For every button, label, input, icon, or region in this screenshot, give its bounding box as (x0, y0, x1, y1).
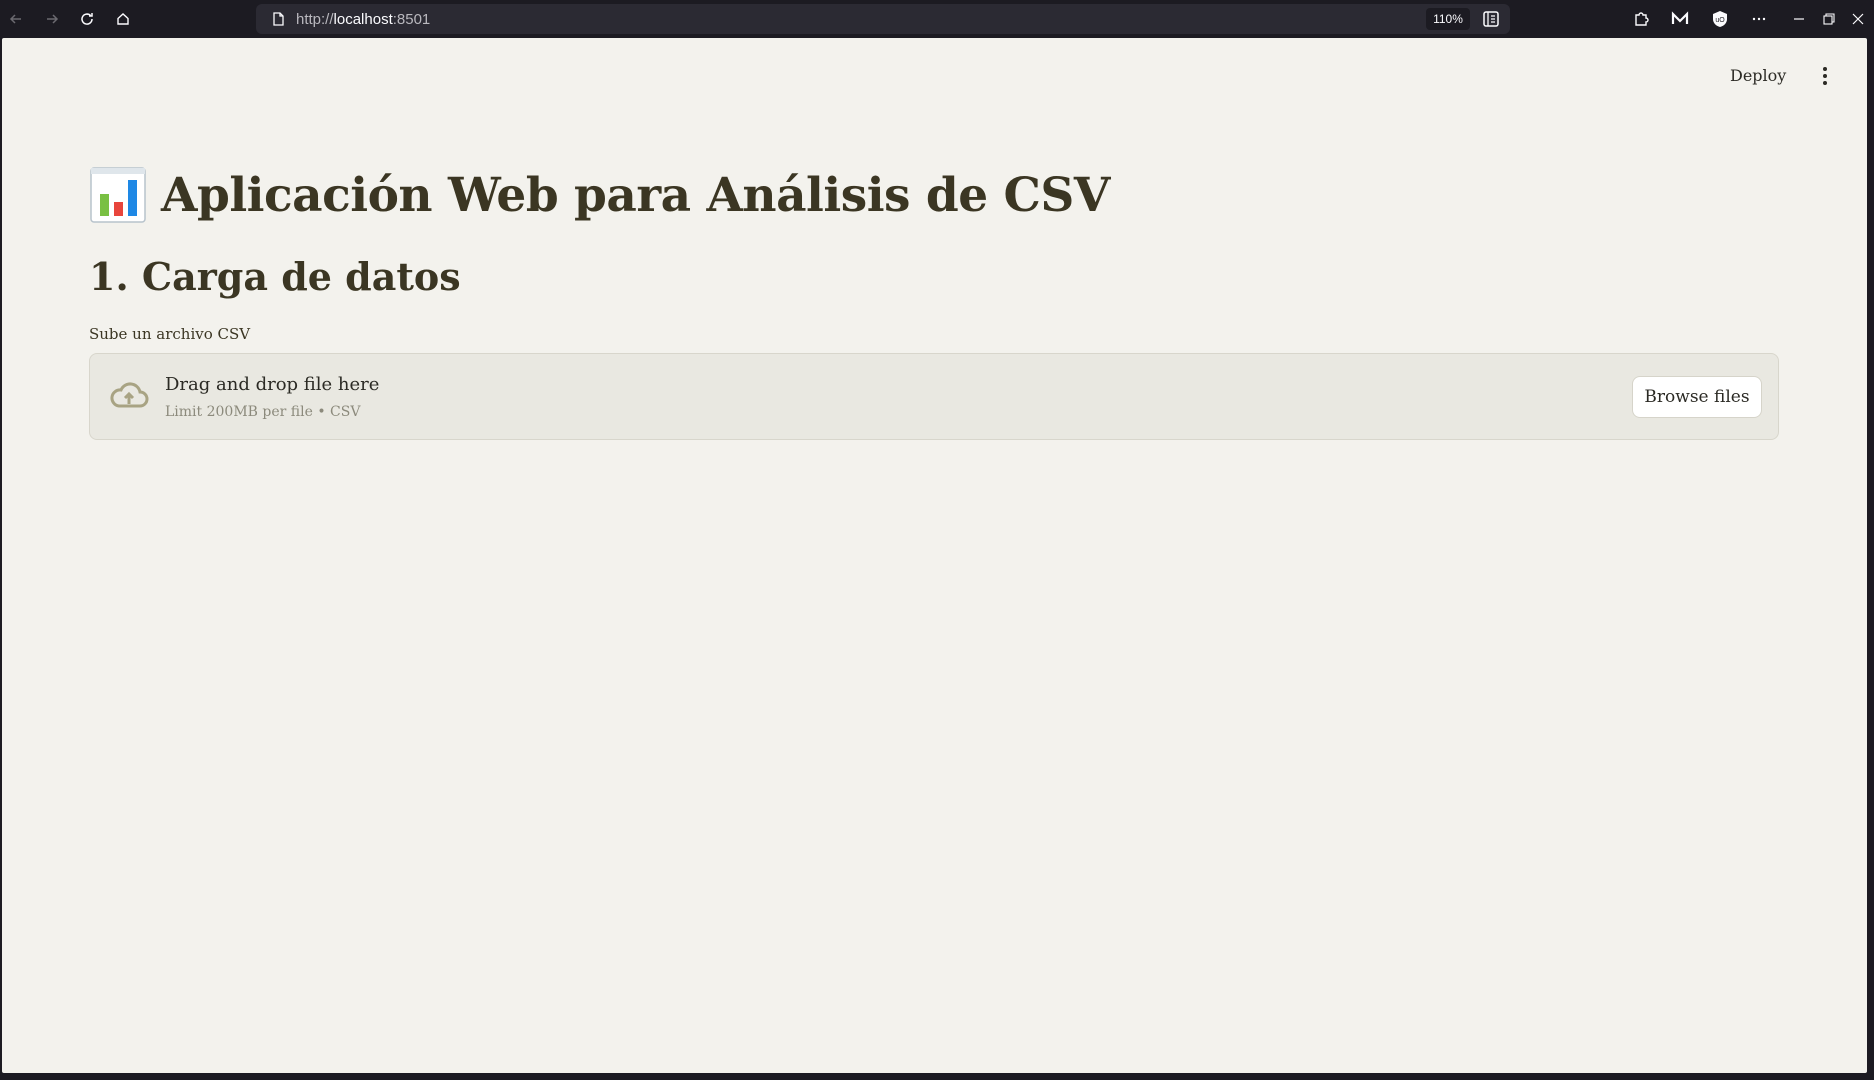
minimize-button[interactable] (1788, 8, 1810, 30)
arrow-right-icon (47, 14, 59, 24)
section-heading: 1. Carga de datos (89, 254, 461, 299)
forward-button[interactable] (40, 7, 64, 31)
dropzone-instructions: Drag and drop file here (165, 374, 380, 395)
reader-view-icon[interactable] (1481, 9, 1501, 29)
page-icon (273, 12, 284, 26)
close-button[interactable] (1847, 8, 1869, 30)
restore-button[interactable] (1818, 8, 1840, 30)
dropzone-limit-text: Limit 200MB per file • CSV (165, 404, 361, 420)
browser-toolbar: http://localhost:8501 110% uO (0, 0, 1874, 38)
reload-icon (81, 13, 93, 25)
puzzle-icon[interactable] (1631, 9, 1651, 29)
kebab-dot (1823, 67, 1827, 71)
url-text: http://localhost:8501 (296, 11, 430, 28)
file-uploader-label: Sube un archivo CSV (89, 325, 251, 343)
deploy-button[interactable]: Deploy (1730, 60, 1786, 90)
zoom-level-badge[interactable]: 110% (1426, 8, 1470, 30)
back-button[interactable] (4, 7, 28, 31)
minimize-icon (1794, 18, 1804, 20)
url-port: :8501 (392, 11, 431, 28)
browse-files-button[interactable]: Browse files (1632, 376, 1762, 418)
home-button[interactable] (111, 7, 135, 31)
kebab-dot (1823, 81, 1827, 85)
shield-extension-icon[interactable]: uO (1710, 9, 1730, 29)
url-scheme: http:// (296, 11, 334, 28)
cloud-upload-icon (110, 382, 149, 408)
arrow-left-icon (9, 14, 21, 24)
reload-button[interactable] (75, 7, 99, 31)
bar-chart-emoji-icon (90, 167, 146, 223)
more-icon[interactable] (1748, 8, 1770, 30)
kebab-dot (1823, 74, 1827, 78)
m-extension-icon[interactable] (1670, 9, 1690, 29)
restore-icon (1823, 13, 1835, 25)
svg-text:uO: uO (1715, 17, 1725, 24)
url-host: localhost (333, 11, 393, 28)
page-title: Aplicación Web para Análisis de CSV (161, 167, 1110, 223)
file-dropzone[interactable]: Drag and drop file here Limit 200MB per … (89, 353, 1779, 440)
main-menu-button[interactable] (1814, 62, 1836, 90)
address-bar[interactable]: http://localhost:8501 110% (256, 4, 1510, 34)
page-title-row: Aplicación Web para Análisis de CSV (89, 160, 1110, 230)
home-icon (117, 13, 129, 25)
close-icon (1852, 13, 1864, 25)
